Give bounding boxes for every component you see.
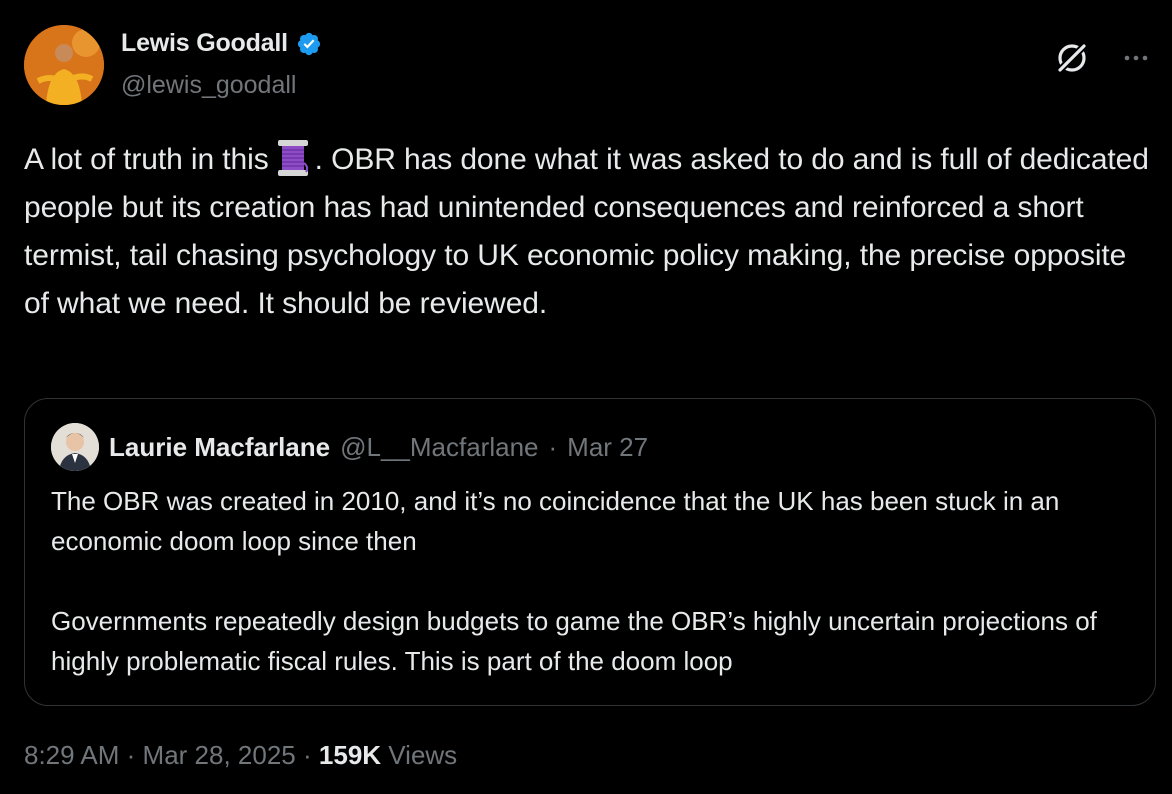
tweet-date[interactable]: Mar 28, 2025 bbox=[143, 740, 296, 770]
author-display-name[interactable]: Lewis Goodall bbox=[121, 29, 288, 58]
quoted-author-display-name[interactable]: Laurie Macfarlane bbox=[109, 432, 330, 463]
quoted-paragraph-1: The OBR was created in 2010, and it’s no… bbox=[51, 486, 1060, 556]
views-count[interactable]: 159K bbox=[319, 740, 381, 770]
tweet-text-part-1: A lot of truth in this bbox=[24, 143, 269, 176]
thread-spool-icon bbox=[275, 139, 311, 177]
tweet-time[interactable]: 8:29 AM bbox=[24, 740, 119, 770]
meta-separator-1: · bbox=[126, 740, 136, 770]
quoted-tweet-date[interactable]: Mar 27 bbox=[567, 432, 648, 463]
quoted-tweet-header: Laurie Macfarlane @L__Macfarlane · Mar 2… bbox=[51, 423, 648, 471]
quoted-author-handle[interactable]: @L__Macfarlane bbox=[340, 432, 538, 463]
grok-icon[interactable] bbox=[1052, 38, 1092, 78]
views-label: Views bbox=[388, 740, 458, 770]
quoted-separator: · bbox=[548, 431, 558, 462]
author-name-row: Lewis Goodall bbox=[121, 29, 322, 58]
more-options-icon[interactable] bbox=[1122, 44, 1150, 72]
quoted-tweet[interactable]: Laurie Macfarlane @L__Macfarlane · Mar 2… bbox=[24, 398, 1156, 706]
quoted-tweet-text: The OBR was created in 2010, and it’s no… bbox=[51, 481, 1131, 681]
author-handle[interactable]: @lewis_goodall bbox=[121, 71, 296, 100]
tweet-text: A lot of truth in this . OBR has done wh… bbox=[24, 136, 1154, 328]
meta-separator-2: · bbox=[303, 740, 312, 770]
verified-badge-icon[interactable] bbox=[296, 31, 322, 57]
quoted-author-avatar[interactable] bbox=[51, 423, 99, 471]
tweet: Lewis Goodall @lewis_goodall A lot of tr… bbox=[0, 0, 1172, 794]
author-avatar[interactable] bbox=[24, 25, 104, 105]
header-actions bbox=[1052, 38, 1150, 78]
quoted-paragraph-2: Governments repeatedly design budgets to… bbox=[51, 606, 1097, 676]
tweet-meta: 8:29 AM · Mar 28, 2025 · 159K Views bbox=[24, 740, 457, 771]
